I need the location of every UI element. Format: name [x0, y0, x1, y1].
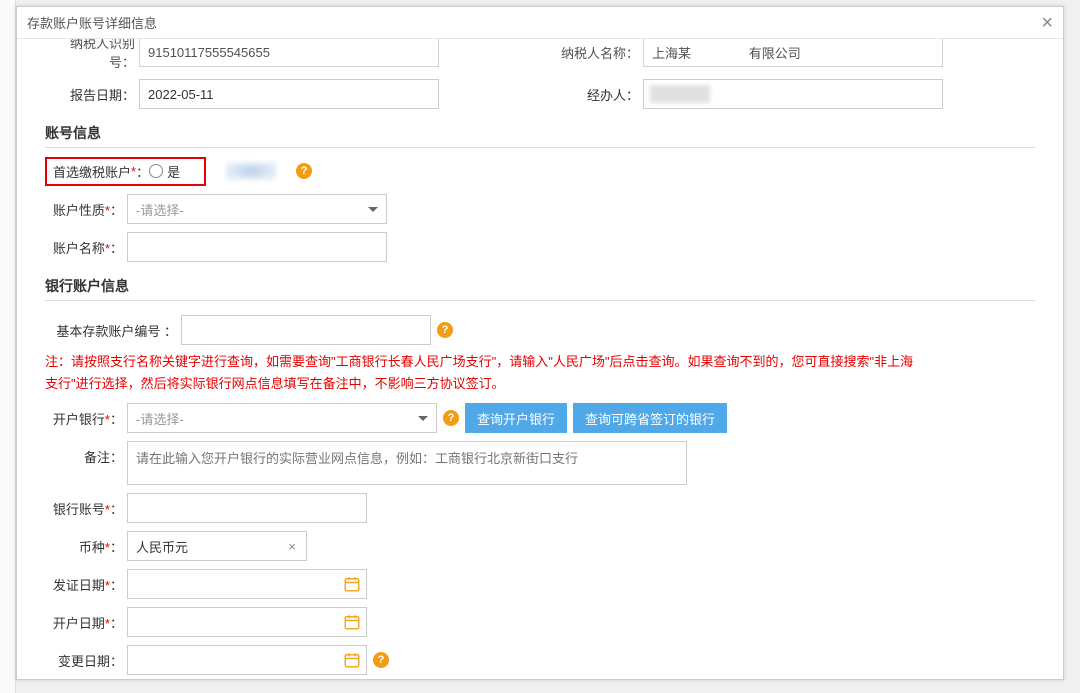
help-icon[interactable]: ? — [437, 322, 453, 338]
open-date-label: 开户日期*： — [45, 613, 123, 632]
basic-account-no-input[interactable] — [181, 315, 431, 345]
account-name-input[interactable] — [127, 232, 387, 262]
query-open-bank-button[interactable]: 查询开户银行 — [465, 403, 567, 433]
taxpayer-id-input[interactable] — [139, 39, 439, 67]
bank-no-input[interactable] — [127, 493, 367, 523]
currency-select[interactable]: 人民币元 × — [127, 531, 307, 561]
open-bank-label: 开户银行*： — [45, 409, 123, 428]
help-icon[interactable]: ? — [296, 163, 312, 179]
issue-date-input[interactable] — [127, 569, 367, 599]
help-icon[interactable]: ? — [443, 410, 459, 426]
issue-date-label: 发证日期*： — [45, 575, 123, 594]
change-date-input[interactable] — [127, 645, 367, 675]
calendar-icon[interactable] — [341, 573, 363, 595]
radio-preferred-yes[interactable] — [149, 164, 163, 178]
basic-account-no-label: 基本存款账户编号 ： — [45, 321, 177, 340]
handler-label: 经办人： — [549, 85, 639, 104]
account-type-select[interactable]: -请选择- — [127, 194, 387, 224]
open-bank-select[interactable]: -请选择- — [127, 403, 437, 433]
radio-preferred-yes-label: 是 — [167, 162, 180, 181]
remark-label: 备注： — [45, 441, 123, 466]
modal-header: 存款账户账号详细信息 × — [17, 7, 1063, 39]
account-type-label: 账户性质*： — [45, 200, 123, 219]
section-bank-info: 银行账户信息 — [45, 276, 1035, 296]
report-date-input[interactable] — [139, 79, 439, 109]
taxpayer-name-label: 纳税人名称： — [549, 43, 639, 62]
query-cross-bank-button[interactable]: 查询可跨省签订的银行 — [573, 403, 727, 433]
highlight-preferred-tax: 首选缴税账户*： 是 — [45, 157, 206, 186]
preferred-tax-label: 首选缴税账户 — [53, 162, 131, 181]
taxpayer-id-label: 纳税人识别号： — [45, 39, 135, 71]
clear-icon[interactable]: × — [288, 539, 296, 554]
account-type-placeholder: -请选择- — [136, 200, 184, 219]
bank-no-label: 银行账号*： — [45, 499, 123, 518]
handler-value-redacted — [650, 85, 710, 103]
close-icon[interactable]: × — [1041, 13, 1053, 33]
report-date-label: 报告日期： — [45, 85, 135, 104]
chevron-down-icon — [418, 416, 428, 421]
currency-value: 人民币元 — [136, 537, 284, 556]
section-account-info: 账号信息 — [45, 123, 1035, 143]
calendar-icon[interactable] — [341, 611, 363, 633]
change-date-label: 变更日期： — [45, 651, 123, 670]
help-icon[interactable]: ? — [373, 652, 389, 668]
modal-dialog: 存款账户账号详细信息 × 纳税人识别号： 纳税人名称： 报告日期： 经办人： — [16, 6, 1064, 680]
modal-body: 纳税人识别号： 纳税人名称： 报告日期： 经办人： 账号信息 — [17, 39, 1063, 679]
chevron-down-icon — [368, 207, 378, 212]
bank-note: 注：请按照支行名称关键字进行查询，如需要查询"工商银行长春人民广场支行"，请输入… — [45, 351, 915, 395]
radio-preferred-no-redacted — [226, 162, 276, 180]
account-name-label: 账户名称*： — [45, 238, 123, 257]
open-bank-placeholder: -请选择- — [136, 409, 184, 428]
taxpayer-name-input[interactable] — [643, 39, 943, 67]
calendar-icon[interactable] — [341, 649, 363, 671]
open-date-input[interactable] — [127, 607, 367, 637]
currency-label: 币种*： — [45, 537, 123, 556]
modal-title: 存款账户账号详细信息 — [27, 13, 157, 32]
remark-textarea[interactable] — [127, 441, 687, 485]
